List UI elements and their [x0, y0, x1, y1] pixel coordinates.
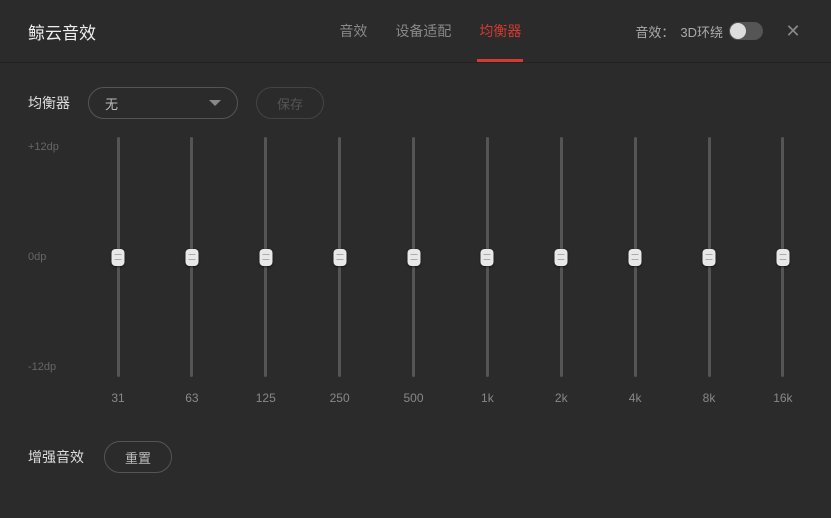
eq-thumb-31[interactable]	[112, 249, 125, 266]
eq-band-63: 63	[172, 137, 212, 405]
enhance-label: 增强音效	[28, 447, 84, 467]
freq-label: 1k	[481, 391, 494, 405]
eq-slider-2k[interactable]	[560, 137, 563, 377]
app-title: 鲸云音效	[28, 19, 96, 44]
eq-band-31: 31	[98, 137, 138, 405]
eq-slider-16k[interactable]	[781, 137, 784, 377]
eq-slider-500[interactable]	[412, 137, 415, 377]
freq-label: 63	[185, 391, 198, 405]
toggle-value: 3D环绕	[680, 22, 723, 41]
eq-thumb-4k[interactable]	[629, 249, 642, 266]
eq-slider-8k[interactable]	[708, 137, 711, 377]
eq-band-16k: 16k	[763, 137, 803, 405]
eq-slider-250[interactable]	[338, 137, 341, 377]
eq-band-250: 250	[320, 137, 360, 405]
freq-label: 4k	[629, 391, 642, 405]
eq-band-1k: 1k	[467, 137, 507, 405]
freq-label: 8k	[703, 391, 716, 405]
close-icon[interactable]: ✕	[783, 21, 803, 41]
preset-dropdown[interactable]: 无	[88, 87, 238, 119]
slider-row: 31 63 125 250 500 1k 2k 4k 8k 16k	[76, 137, 803, 405]
eq-thumb-1k[interactable]	[481, 249, 494, 266]
y-axis-labels: +12dp 0dp -12dp	[28, 137, 76, 377]
eq-controls-row: 均衡器 无 保存	[0, 63, 831, 129]
eq-slider-31[interactable]	[117, 137, 120, 377]
eq-thumb-2k[interactable]	[555, 249, 568, 266]
eq-band-4k: 4k	[615, 137, 655, 405]
eq-slider-4k[interactable]	[634, 137, 637, 377]
tab-sound-effect[interactable]: 音效	[325, 0, 381, 62]
eq-band-125: 125	[246, 137, 286, 405]
sound-effect-toggle[interactable]	[729, 22, 763, 40]
eq-band-500: 500	[394, 137, 434, 405]
eq-thumb-250[interactable]	[333, 249, 346, 266]
eq-thumb-125[interactable]	[259, 249, 272, 266]
chevron-down-icon	[209, 100, 221, 106]
toggle-label: 音效：	[635, 22, 674, 41]
eq-band-2k: 2k	[541, 137, 581, 405]
enhance-row: 增强音效 重置	[0, 405, 831, 473]
freq-label: 250	[330, 391, 350, 405]
y-label-bottom: -12dp	[28, 361, 76, 373]
freq-label: 31	[111, 391, 124, 405]
y-label-mid: 0dp	[28, 251, 76, 263]
eq-thumb-63[interactable]	[185, 249, 198, 266]
eq-slider-125[interactable]	[264, 137, 267, 377]
tab-equalizer[interactable]: 均衡器	[465, 0, 535, 62]
sound-effect-toggle-group: 音效： 3D环绕	[635, 22, 763, 41]
y-label-top: +12dp	[28, 141, 76, 153]
eq-thumb-500[interactable]	[407, 249, 420, 266]
eq-thumb-16k[interactable]	[776, 249, 789, 266]
freq-label: 125	[256, 391, 276, 405]
tab-bar: 音效 设备适配 均衡器	[325, 0, 535, 62]
save-button[interactable]: 保存	[256, 87, 324, 119]
eq-band-8k: 8k	[689, 137, 729, 405]
eq-section-label: 均衡器	[28, 93, 70, 113]
tab-device[interactable]: 设备适配	[381, 0, 465, 62]
preset-selected-value: 无	[105, 94, 118, 113]
equalizer-area: +12dp 0dp -12dp 31 63 125 250 500 1k 2k 4k 8k 16k	[0, 137, 831, 405]
header-bar: 鲸云音效 音效 设备适配 均衡器 音效： 3D环绕 ✕	[0, 0, 831, 62]
eq-thumb-8k[interactable]	[703, 249, 716, 266]
eq-slider-1k[interactable]	[486, 137, 489, 377]
freq-label: 16k	[773, 391, 792, 405]
eq-slider-63[interactable]	[190, 137, 193, 377]
toggle-knob	[730, 23, 746, 39]
freq-label: 2k	[555, 391, 568, 405]
reset-button[interactable]: 重置	[104, 441, 172, 473]
freq-label: 500	[403, 391, 423, 405]
